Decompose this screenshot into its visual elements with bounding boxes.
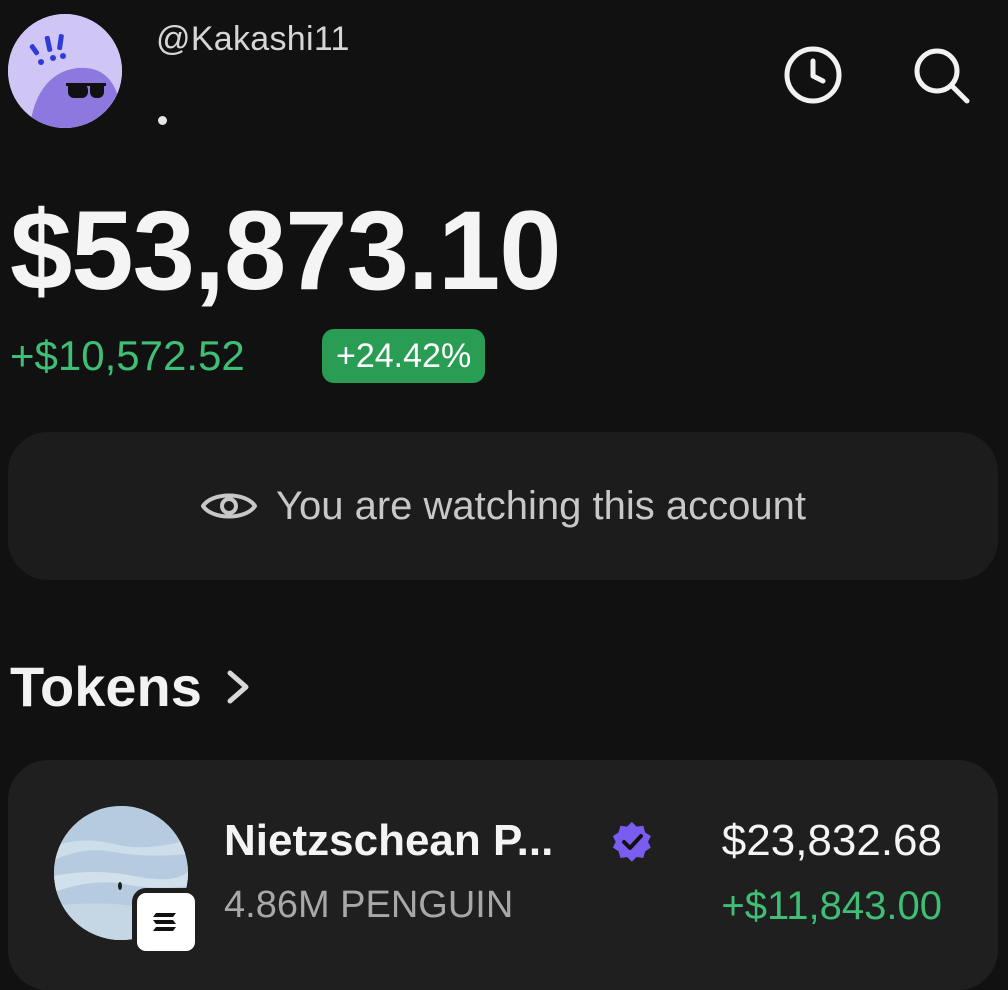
solana-icon — [153, 913, 176, 931]
portfolio-balance: $53,873.10 — [10, 188, 562, 313]
profile-handle[interactable]: @Kakashi11 — [156, 20, 350, 59]
token-pnl: +$11,843.00 — [721, 884, 942, 928]
portfolio-change-percent-badge: +24.42% — [322, 329, 486, 383]
chain-badge — [132, 888, 200, 956]
portfolio-change-amount: +$10,572.52 — [10, 332, 245, 379]
profile-status-dot — [158, 116, 167, 125]
profile-avatar[interactable] — [8, 14, 122, 128]
sunglasses-character-avatar-icon — [8, 14, 122, 128]
token-balance-amount: 4.86M PENGUIN — [224, 884, 514, 926]
chevron-right-icon — [227, 670, 249, 703]
history-button[interactable] — [778, 40, 848, 110]
token-value: $23,832.68 — [721, 816, 942, 865]
verified-badge-icon — [612, 821, 651, 862]
search-button[interactable] — [906, 40, 976, 110]
tokens-title: Tokens — [10, 655, 202, 718]
token-name: Nietzschean P... — [224, 816, 554, 865]
token-row[interactable]: Nietzschean P... 4.86M PENGUIN $23,832.6… — [8, 760, 998, 990]
watching-account-text: You are watching this account — [276, 483, 806, 528]
clock-icon — [784, 46, 842, 104]
search-icon — [914, 48, 970, 104]
tokens-section-header[interactable]: Tokens — [10, 654, 254, 719]
eye-icon — [201, 493, 257, 519]
watching-account-banner: You are watching this account — [8, 432, 998, 580]
